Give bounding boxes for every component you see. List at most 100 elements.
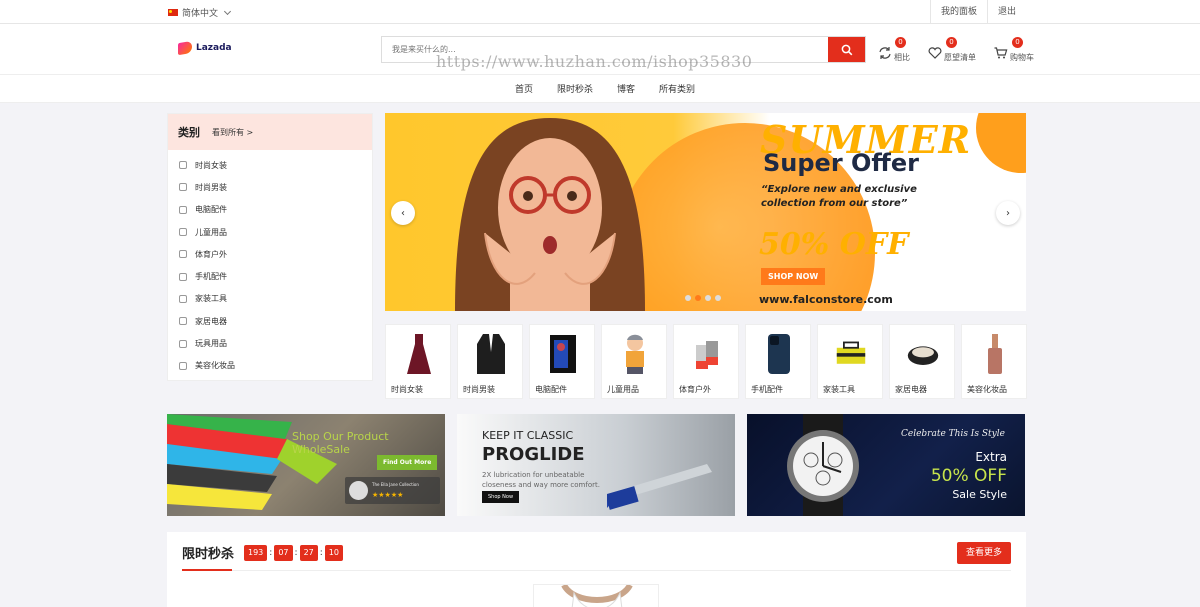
product-card[interactable]: 儿童用品 — [601, 324, 667, 399]
pagination-dot[interactable] — [695, 295, 701, 301]
promo-proglide[interactable]: KEEP IT CLASSIC PROGLIDE 2X lubrication … — [457, 414, 735, 516]
search-button[interactable] — [828, 37, 865, 62]
category-item[interactable]: 儿童用品 — [168, 221, 372, 243]
product-card[interactable]: 美容化妆品 — [961, 324, 1027, 399]
timer-minutes: 07 — [274, 545, 293, 561]
promo-watch-line1: Extra — [975, 450, 1007, 464]
promo-watch-discount: 50% OFF — [930, 466, 1007, 486]
banner-next-button[interactable]: › — [996, 201, 1020, 225]
pc-case-image — [547, 333, 579, 375]
category-item[interactable]: 家居电器 — [168, 310, 372, 332]
promo-watch[interactable]: Celebrate This Is Style Extra 50% OFF Sa… — [747, 414, 1025, 516]
pagination-dot[interactable] — [715, 295, 721, 301]
appliance-icon — [179, 317, 187, 326]
category-item[interactable]: 玩具用品 — [168, 332, 372, 354]
phone-icon — [179, 272, 187, 281]
product-label: 家居电器 — [895, 385, 927, 394]
category-label: 时尚女装 — [195, 160, 227, 170]
compare-label: 相比 — [894, 53, 910, 62]
category-item[interactable]: 手机配件 — [168, 265, 372, 287]
logout-link[interactable]: 退出 — [986, 0, 1026, 24]
product-card[interactable]: 家装工具 — [817, 324, 883, 399]
language-label: 简体中文 — [182, 9, 219, 19]
category-label: 儿童用品 — [195, 227, 227, 237]
product-label: 家装工具 — [823, 385, 855, 394]
cart-button[interactable]: 0 购物车 — [994, 37, 1034, 65]
nav-flash-sale[interactable]: 限时秒杀 — [557, 82, 593, 95]
top-bar: 简体中文 我的面板 退出 — [0, 0, 1200, 24]
my-dashboard-link[interactable]: 我的面板 — [929, 0, 987, 24]
product-label: 时尚女装 — [391, 385, 423, 394]
watch-image — [787, 414, 859, 516]
product-card[interactable]: 体育户外 — [673, 324, 739, 399]
category-item[interactable]: 时尚男装 — [168, 176, 372, 198]
nav-blog[interactable]: 博客 — [617, 82, 635, 95]
promo-kicker: KEEP IT CLASSIC — [482, 429, 574, 442]
promo-wholesale-title: Shop Our Product WholeSale — [292, 430, 389, 456]
compare-button[interactable]: 0 相比 — [878, 37, 910, 65]
hero-banner[interactable]: SUMMER Super Offer “Explore new and excl… — [385, 113, 1026, 311]
banner-description: “Explore new and exclusive collection fr… — [761, 184, 917, 209]
search-icon — [841, 44, 852, 55]
rating-stars-icon: ★★★★★ — [372, 491, 404, 499]
category-item[interactable]: 电脑配件 — [168, 199, 372, 221]
category-item[interactable]: 家装工具 — [168, 288, 372, 310]
lazada-heart-icon — [178, 40, 192, 56]
product-card[interactable]: 手机配件 — [745, 324, 811, 399]
compare-count-badge: 0 — [895, 37, 906, 48]
product-card[interactable]: 时尚女装 — [385, 324, 451, 399]
product-card[interactable]: 电脑配件 — [529, 324, 595, 399]
promo-wholesale[interactable]: Shop Our Product WholeSale Find Out More… — [167, 414, 445, 516]
category-title: 类别 — [178, 126, 200, 139]
banner-shop-now-button[interactable]: SHOP NOW — [761, 268, 826, 285]
category-label: 家居电器 — [195, 316, 227, 326]
promo-proglide-text: 2X lubrication for unbeatable closeness … — [482, 471, 600, 489]
timer-seconds: 27 — [299, 545, 318, 561]
logo-text: Lazada — [196, 43, 232, 53]
nav-all-categories[interactable]: 所有类别 — [659, 82, 695, 95]
language-selector[interactable]: 简体中文 — [168, 6, 232, 19]
flash-sale-section: 限时秒杀 193: 07: 27: 10 查看更多 — [167, 532, 1026, 607]
pagination-dot[interactable] — [685, 295, 691, 301]
promo-caption-box: The Ella Jane Collection ★★★★★ — [345, 477, 440, 504]
flash-product-card[interactable] — [533, 584, 659, 607]
banner-pagination — [685, 295, 721, 301]
product-label: 时尚男装 — [463, 385, 495, 394]
search-bar — [381, 36, 866, 63]
sports-icon — [179, 250, 187, 259]
main-nav: 首页 限时秒杀 博客 所有类别 — [0, 75, 1200, 103]
see-all-categories-link[interactable]: 看到所有 > — [212, 127, 253, 138]
compare-icon — [879, 47, 891, 59]
category-item[interactable]: 体育户外 — [168, 243, 372, 265]
product-label: 儿童用品 — [607, 385, 639, 394]
timer-fraction: 10 — [324, 545, 343, 561]
chevron-down-icon — [223, 7, 232, 15]
logo[interactable]: Lazada — [178, 40, 232, 56]
pagination-dot[interactable] — [705, 295, 711, 301]
monitor-icon — [179, 205, 187, 214]
shop-now-button[interactable]: Shop Now — [482, 491, 520, 503]
view-more-button[interactable]: 查看更多 — [956, 542, 1011, 564]
category-item[interactable]: 美容化妆品 — [168, 355, 372, 377]
nav-home[interactable]: 首页 — [515, 82, 533, 95]
banner-subheadline: Super Offer — [763, 149, 919, 177]
phone-image — [763, 333, 795, 375]
banner-discount: 50% OFF — [759, 227, 909, 262]
banner-woman-image — [455, 118, 645, 311]
gloves-image — [691, 333, 723, 375]
banner-prev-button[interactable]: ‹ — [391, 201, 415, 225]
promo-banners: Shop Our Product WholeSale Find Out More… — [167, 414, 1025, 516]
search-input[interactable] — [382, 37, 828, 62]
header: Lazada https://www.huzhan.com/ishop35830… — [0, 24, 1200, 75]
product-card[interactable]: 时尚男装 — [457, 324, 523, 399]
category-label: 家装工具 — [195, 294, 227, 304]
find-out-more-button[interactable]: Find Out More — [377, 455, 438, 470]
product-card[interactable]: 家居电器 — [889, 324, 955, 399]
razor-image — [607, 464, 712, 510]
promo-proglide-title: PROGLIDE — [482, 444, 585, 465]
banner-decoration — [976, 113, 1026, 173]
category-item[interactable]: 时尚女装 — [168, 154, 372, 176]
suit-image — [475, 333, 507, 375]
category-label: 玩具用品 — [195, 339, 227, 349]
wishlist-button[interactable]: 0 愿望清单 — [928, 37, 976, 65]
